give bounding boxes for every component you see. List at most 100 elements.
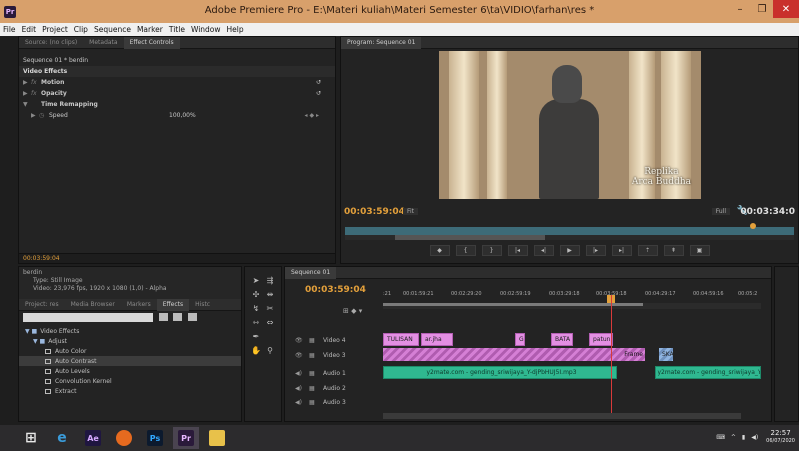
- lift-button[interactable]: ⇡: [637, 245, 658, 256]
- effect-motion[interactable]: ▶ fx Motion ↺: [19, 77, 335, 88]
- clip-tulisan[interactable]: TULISAN: [383, 333, 419, 346]
- tab-sequence[interactable]: Sequence 01: [285, 266, 337, 279]
- slide-tool-icon[interactable]: ⇔: [265, 317, 275, 327]
- lock-icon[interactable]: ▦: [309, 337, 323, 344]
- hand-tool-icon[interactable]: ✋: [251, 345, 261, 355]
- maximize-button[interactable]: ❐: [751, 0, 773, 18]
- reset-icon[interactable]: ↺: [316, 90, 321, 97]
- lock-icon[interactable]: ▦: [309, 370, 323, 377]
- expand-arrow-icon[interactable]: ▶: [31, 112, 39, 119]
- clip-frame[interactable]: Frame: [383, 348, 645, 361]
- menu-marker[interactable]: Marker: [137, 25, 163, 34]
- volume-icon[interactable]: ◀): [751, 434, 758, 441]
- clip-g[interactable]: G: [515, 333, 525, 346]
- expand-arrow-icon[interactable]: ▶: [23, 79, 31, 86]
- clip-patun[interactable]: patun: [589, 333, 613, 346]
- razor-tool-icon[interactable]: ✂: [265, 303, 275, 313]
- lock-icon[interactable]: ▦: [309, 352, 323, 359]
- tree-adjust[interactable]: ▼ ■ Adjust: [19, 336, 241, 346]
- export-frame-button[interactable]: ▣: [689, 245, 710, 256]
- premiere-taskbar-icon[interactable]: Pr: [173, 427, 199, 449]
- tree-auto-contrast[interactable]: Auto Contrast: [19, 356, 241, 366]
- play-button[interactable]: ▶: [559, 245, 580, 256]
- speaker-icon[interactable]: ◀): [295, 370, 309, 377]
- speaker-icon[interactable]: ◀): [295, 385, 309, 392]
- work-area-range[interactable]: [383, 303, 643, 306]
- menu-sequence[interactable]: Sequence: [94, 25, 131, 34]
- network-icon[interactable]: ▮: [742, 434, 745, 441]
- tree-auto-color[interactable]: Auto Color: [19, 346, 241, 356]
- add-marker-button[interactable]: ◆: [429, 245, 450, 256]
- tab-effects[interactable]: Effects: [156, 298, 190, 311]
- extract-button[interactable]: ⇞: [663, 245, 684, 256]
- fit-dropdown[interactable]: Fit: [403, 208, 419, 215]
- tab-project[interactable]: Project: res: [19, 299, 65, 311]
- go-to-in-button[interactable]: |◂: [507, 245, 528, 256]
- program-video-frame[interactable]: Replika Arca Buddha: [439, 51, 701, 199]
- tab-metadata[interactable]: Metadata: [83, 37, 123, 49]
- speed-value[interactable]: 100,00%: [169, 112, 196, 119]
- effect-opacity[interactable]: ▶ fx Opacity ↺: [19, 88, 335, 99]
- mark-in-button[interactable]: {: [455, 245, 476, 256]
- menu-title[interactable]: Title: [169, 25, 185, 34]
- tab-effect-controls[interactable]: Effect Controls: [123, 36, 180, 49]
- menu-clip[interactable]: Clip: [74, 25, 88, 34]
- lock-icon[interactable]: ▦: [309, 385, 323, 392]
- tree-extract[interactable]: Extract: [19, 386, 241, 396]
- effect-controls-timecode[interactable]: 00:03:59:04: [19, 253, 335, 263]
- time-ruler[interactable]: :21 00:01:59:21 00:02:29:20 00:02:59:19 …: [383, 291, 761, 303]
- effect-time-remapping[interactable]: ▼ Time Remapping: [19, 99, 335, 110]
- step-back-button[interactable]: ◂|: [533, 245, 554, 256]
- tree-video-effects[interactable]: ▼ ■ Video Effects: [19, 326, 241, 336]
- speaker-icon[interactable]: ◀): [295, 399, 309, 406]
- tree-convolution-kernel[interactable]: Convolution Kernel: [19, 376, 241, 386]
- expand-arrow-icon[interactable]: ▶: [23, 90, 31, 97]
- playhead-marker[interactable]: [750, 223, 756, 229]
- yuv-effects-icon[interactable]: [187, 313, 197, 321]
- eye-icon[interactable]: 👁: [295, 352, 309, 359]
- quality-dropdown[interactable]: Full: [711, 208, 730, 215]
- tab-markers[interactable]: Markers: [121, 299, 157, 311]
- clip-audio-2[interactable]: y2mate.com - gending_sriwijaya_Y: [655, 366, 761, 379]
- tab-program[interactable]: Program: Sequence 01: [341, 36, 422, 49]
- file-explorer-icon[interactable]: [204, 427, 230, 449]
- timeline-timecode[interactable]: 00:03:59:04: [305, 285, 366, 295]
- keyframe-nav-icon[interactable]: ◂ ◆ ▸: [305, 112, 319, 119]
- photoshop-icon[interactable]: Ps: [142, 427, 168, 449]
- menu-window[interactable]: Window: [191, 25, 221, 34]
- clip-audio-1[interactable]: y2mate.com - gending_sriwijaya_Y-djPbHUJ…: [383, 366, 617, 379]
- tray-arrow-icon[interactable]: ^: [731, 434, 736, 441]
- zoom-tool-icon[interactable]: ⚲: [265, 345, 275, 355]
- snap-icon[interactable]: ⊞ ◆ ▾: [343, 307, 362, 315]
- accelerated-effects-icon[interactable]: [159, 313, 169, 321]
- slip-tool-icon[interactable]: ⇿: [251, 317, 261, 327]
- firefox-icon[interactable]: [111, 427, 137, 449]
- minimize-button[interactable]: –: [729, 0, 751, 18]
- keyboard-icon[interactable]: ⌨: [716, 434, 725, 441]
- 32bit-effects-icon[interactable]: [173, 313, 183, 321]
- tab-media-browser[interactable]: Media Browser: [65, 299, 121, 311]
- windows-start-icon[interactable]: ⊞: [18, 427, 44, 449]
- zoom-scroll-bar[interactable]: [345, 235, 794, 240]
- tree-auto-levels[interactable]: Auto Levels: [19, 366, 241, 376]
- timeline-scrollbar[interactable]: [383, 413, 741, 419]
- clip-arjha[interactable]: ar.jha: [421, 333, 453, 346]
- menu-project[interactable]: Project: [42, 25, 68, 34]
- menu-help[interactable]: Help: [227, 25, 244, 34]
- reset-icon[interactable]: ↺: [316, 79, 321, 86]
- clip-bata[interactable]: BATA: [551, 333, 573, 346]
- clip-ska[interactable]: SKA: [659, 348, 673, 361]
- eye-icon[interactable]: 👁: [295, 337, 309, 344]
- selection-tool-icon[interactable]: ➤: [251, 275, 261, 285]
- tab-source[interactable]: Source: (no clips): [19, 37, 83, 49]
- speed-row[interactable]: ▶ ◷ Speed 100,00% ◂ ◆ ▸: [19, 110, 335, 121]
- pen-tool-icon[interactable]: ✒: [251, 331, 261, 341]
- clock[interactable]: 22:57 06/07/2020: [766, 429, 795, 445]
- tab-history[interactable]: Histc: [189, 299, 216, 311]
- mark-out-button[interactable]: }: [481, 245, 502, 256]
- program-scrub-bar[interactable]: [345, 227, 794, 235]
- collapse-arrow-icon[interactable]: ▼: [23, 101, 31, 108]
- step-forward-button[interactable]: |▸: [585, 245, 606, 256]
- lock-icon[interactable]: ▦: [309, 399, 323, 406]
- stopwatch-icon[interactable]: ◷: [39, 112, 49, 119]
